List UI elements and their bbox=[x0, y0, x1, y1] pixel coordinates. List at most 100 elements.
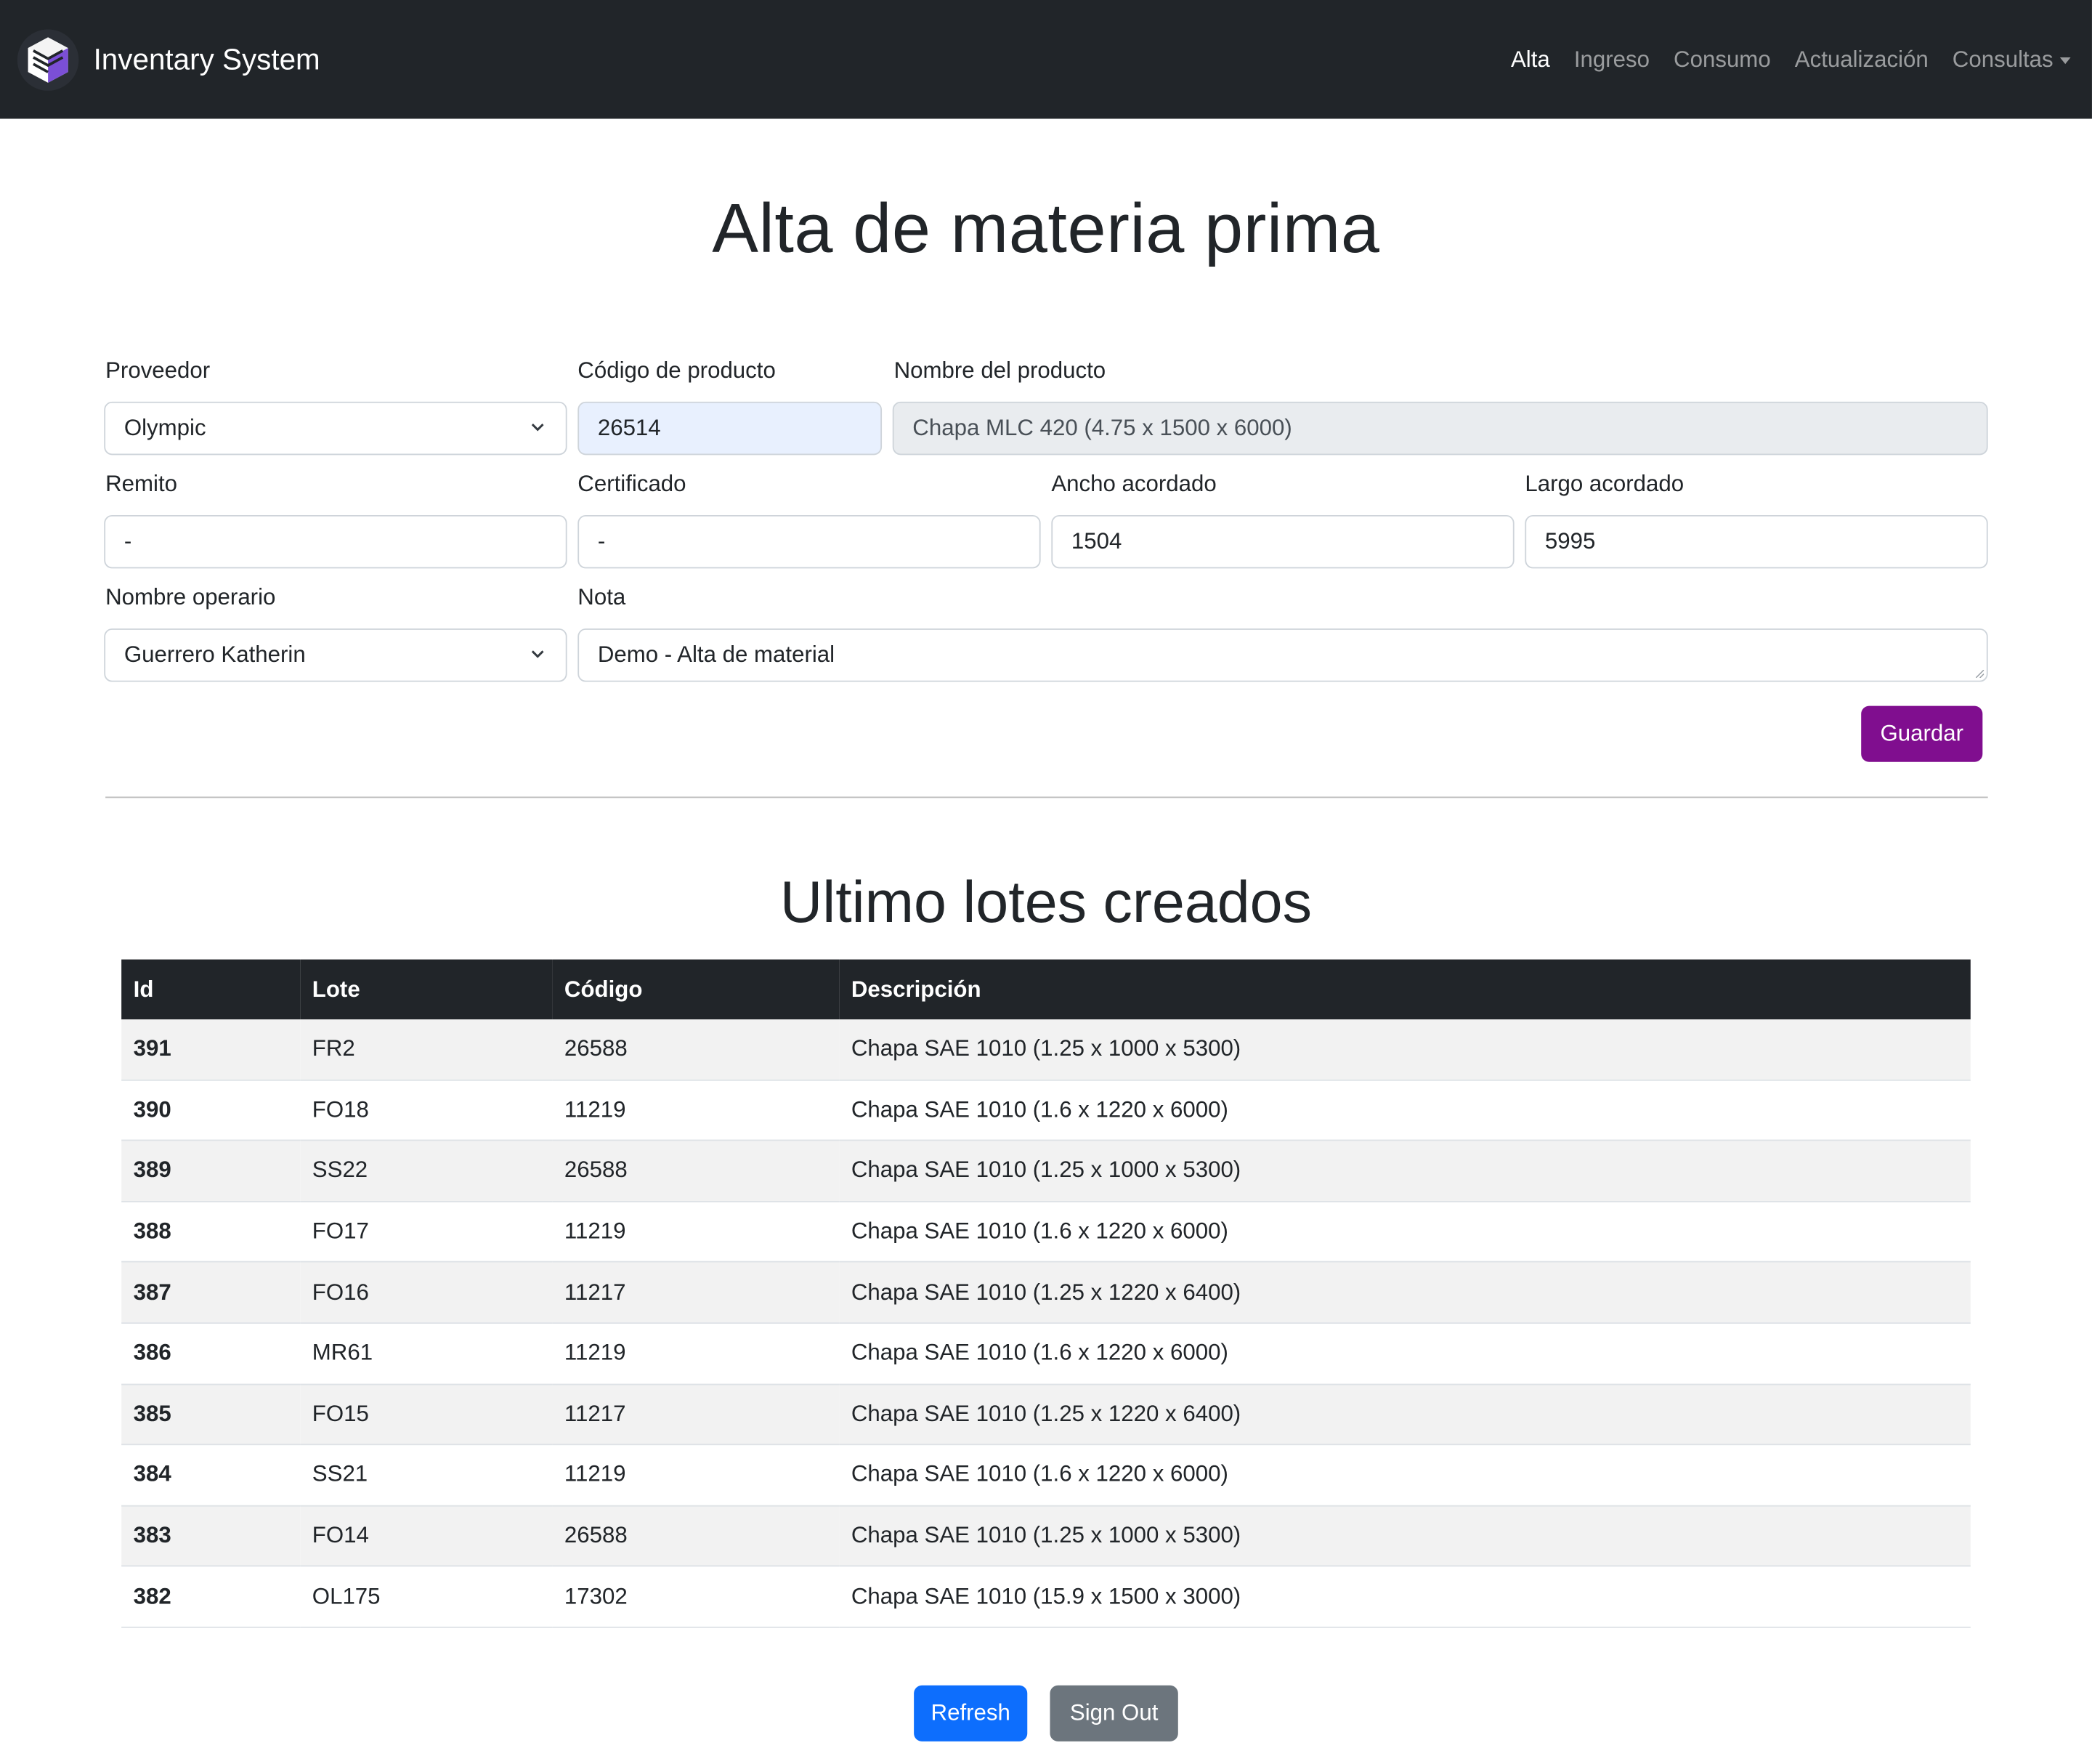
codigo-input[interactable]: 26514 bbox=[577, 401, 883, 456]
nota-label: Nota bbox=[577, 584, 626, 610]
table-row: 382 OL175 17302 Chapa SAE 1010 (15.9 x 1… bbox=[121, 1566, 1971, 1628]
table-row: 388 FO17 11219 Chapa SAE 1010 (1.6 x 122… bbox=[121, 1201, 1971, 1263]
cell-codigo: 11217 bbox=[552, 1383, 840, 1446]
cell-codigo: 11219 bbox=[552, 1080, 840, 1141]
cell-lote: FO17 bbox=[300, 1201, 553, 1263]
cell-id: 385 bbox=[121, 1383, 301, 1446]
table-row: 385 FO15 11217 Chapa SAE 1010 (1.25 x 12… bbox=[121, 1383, 1971, 1446]
cell-codigo: 11219 bbox=[552, 1323, 840, 1385]
cell-lote: FO18 bbox=[300, 1080, 553, 1141]
cell-lote: MR61 bbox=[300, 1323, 553, 1385]
nav-alta[interactable]: Alta bbox=[1511, 46, 1550, 73]
divider bbox=[105, 796, 1988, 798]
cell-descripcion: Chapa SAE 1010 (1.6 x 1220 x 6000) bbox=[839, 1080, 1971, 1141]
cell-codigo: 17302 bbox=[552, 1566, 840, 1628]
cell-id: 384 bbox=[121, 1444, 301, 1507]
cell-descripcion: Chapa SAE 1010 (1.25 x 1000 x 5300) bbox=[839, 1140, 1971, 1202]
cube-logo-icon bbox=[17, 28, 79, 90]
proveedor-select[interactable]: Olympic bbox=[104, 401, 567, 456]
certificado-value: - bbox=[597, 528, 606, 554]
column-header-descripcion: Descripción bbox=[839, 959, 1971, 1020]
brand[interactable]: Inventary System bbox=[16, 28, 320, 92]
chevron-down-icon bbox=[531, 650, 544, 658]
brand-title: Inventary System bbox=[93, 41, 320, 76]
caret-down-icon bbox=[2059, 57, 2071, 64]
ancho-value: 1504 bbox=[1071, 528, 1122, 554]
nav-consumo[interactable]: Consumo bbox=[1674, 46, 1771, 73]
table-row: 389 SS22 26588 Chapa SAE 1010 (1.25 x 10… bbox=[121, 1140, 1971, 1202]
cell-descripcion: Chapa SAE 1010 (1.25 x 1220 x 6400) bbox=[839, 1383, 1971, 1446]
cell-descripcion: Chapa SAE 1010 (1.6 x 1220 x 6000) bbox=[839, 1444, 1971, 1507]
nav-ingreso[interactable]: Ingreso bbox=[1574, 46, 1650, 73]
nombre-label: Nombre del producto bbox=[893, 357, 1106, 384]
ancho-input[interactable]: 1504 bbox=[1051, 514, 1515, 569]
column-header-id: Id bbox=[121, 959, 301, 1020]
cell-id: 383 bbox=[121, 1505, 301, 1567]
cell-codigo: 11219 bbox=[552, 1444, 840, 1507]
column-header-lote: Lote bbox=[300, 959, 553, 1020]
cell-descripcion: Chapa SAE 1010 (1.25 x 1000 x 5300) bbox=[839, 1019, 1971, 1080]
ancho-label: Ancho acordado bbox=[1051, 471, 1217, 497]
cell-lote: FR2 bbox=[300, 1019, 553, 1080]
nav-actualizacion[interactable]: Actualización bbox=[1795, 46, 1929, 73]
cell-id: 382 bbox=[121, 1566, 301, 1628]
cell-lote: FO15 bbox=[300, 1383, 553, 1446]
proveedor-label: Proveedor bbox=[105, 357, 211, 384]
cell-id: 388 bbox=[121, 1201, 301, 1263]
cell-descripcion: Chapa SAE 1010 (1.25 x 1000 x 5300) bbox=[839, 1505, 1971, 1567]
certificado-label: Certificado bbox=[577, 471, 686, 497]
proveedor-value: Olympic bbox=[123, 415, 206, 441]
cell-lote: OL175 bbox=[300, 1566, 553, 1628]
operario-select[interactable]: Guerrero Katherin bbox=[104, 628, 567, 682]
remito-input[interactable]: - bbox=[104, 514, 567, 569]
cell-id: 391 bbox=[121, 1019, 301, 1080]
cell-codigo: 11217 bbox=[552, 1262, 840, 1324]
nombre-value: Chapa MLC 420 (4.75 x 1500 x 6000) bbox=[912, 415, 1292, 441]
cell-codigo: 26588 bbox=[552, 1019, 840, 1080]
chevron-down-icon bbox=[531, 424, 544, 432]
operario-label: Nombre operario bbox=[105, 584, 276, 610]
table-row: 387 FO16 11217 Chapa SAE 1010 (1.25 x 12… bbox=[121, 1262, 1971, 1324]
table-header-row: Id Lote Código Descripción bbox=[121, 959, 1971, 1020]
nav-consultas[interactable]: Consultas bbox=[1953, 46, 2054, 71]
certificado-input[interactable]: - bbox=[577, 514, 1041, 569]
cell-id: 390 bbox=[121, 1080, 301, 1141]
cell-descripcion: Chapa SAE 1010 (1.25 x 1220 x 6400) bbox=[839, 1262, 1971, 1324]
sign-out-button[interactable]: Sign Out bbox=[1050, 1685, 1178, 1741]
section-title: Ultimo lotes creados bbox=[779, 870, 1313, 936]
cell-codigo: 26588 bbox=[552, 1505, 840, 1567]
remito-label: Remito bbox=[105, 471, 178, 497]
nombre-input: Chapa MLC 420 (4.75 x 1500 x 6000) bbox=[892, 401, 1988, 456]
resize-handle-icon[interactable] bbox=[1976, 670, 1984, 679]
table-row: 386 MR61 11219 Chapa SAE 1010 (1.6 x 122… bbox=[121, 1323, 1971, 1385]
column-header-codigo: Código bbox=[552, 959, 840, 1020]
table-row: 391 FR2 26588 Chapa SAE 1010 (1.25 x 100… bbox=[121, 1019, 1971, 1080]
table-row: 384 SS21 11219 Chapa SAE 1010 (1.6 x 122… bbox=[121, 1444, 1971, 1507]
remito-value: - bbox=[123, 528, 132, 554]
table-row: 390 FO18 11219 Chapa SAE 1010 (1.6 x 122… bbox=[121, 1080, 1971, 1141]
nav-menu: Alta Ingreso Consumo Actualización Consu… bbox=[1511, 46, 2071, 73]
save-button[interactable]: Guardar bbox=[1861, 705, 1983, 762]
cell-lote: SS22 bbox=[300, 1140, 553, 1202]
cell-codigo: 11219 bbox=[552, 1201, 840, 1263]
cell-id: 387 bbox=[121, 1262, 301, 1324]
cell-lote: FO16 bbox=[300, 1262, 553, 1324]
operario-value: Guerrero Katherin bbox=[123, 642, 306, 668]
nota-textarea[interactable]: Demo - Alta de material bbox=[577, 628, 1988, 682]
largo-input[interactable]: 5995 bbox=[1525, 514, 1988, 569]
cell-descripcion: Chapa SAE 1010 (1.6 x 1220 x 6000) bbox=[839, 1323, 1971, 1385]
largo-value: 5995 bbox=[1544, 528, 1596, 554]
nav-consultas-dropdown[interactable]: Consultas bbox=[1953, 46, 2071, 73]
codigo-value: 26514 bbox=[597, 415, 661, 441]
cell-id: 389 bbox=[121, 1140, 301, 1202]
page-title: Alta de materia prima bbox=[712, 190, 1380, 269]
cell-id: 386 bbox=[121, 1323, 301, 1385]
cell-descripcion: Chapa SAE 1010 (1.6 x 1220 x 6000) bbox=[839, 1201, 1971, 1263]
nota-value: Demo - Alta de material bbox=[597, 642, 835, 668]
cell-codigo: 26588 bbox=[552, 1140, 840, 1202]
navbar: Inventary System Alta Ingreso Consumo Ac… bbox=[0, 0, 2092, 119]
table-row: 383 FO14 26588 Chapa SAE 1010 (1.25 x 10… bbox=[121, 1505, 1971, 1567]
cell-lote: FO14 bbox=[300, 1505, 553, 1567]
cell-descripcion: Chapa SAE 1010 (15.9 x 1500 x 3000) bbox=[839, 1566, 1971, 1628]
refresh-button[interactable]: Refresh bbox=[914, 1685, 1028, 1741]
